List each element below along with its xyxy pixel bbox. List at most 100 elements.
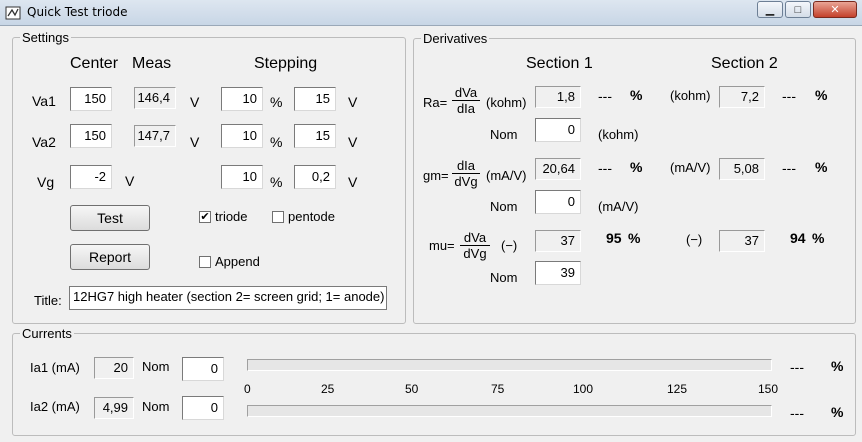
ra-nom-unit: (kohm) (598, 127, 639, 142)
ia1-value: 20 (94, 357, 134, 379)
ia1-nom-label: Nom (142, 359, 170, 374)
va2-step-unit: V (348, 134, 358, 150)
ia1-label: Ia1 (mA) (30, 360, 80, 375)
gm-section1-pct: --- (598, 160, 612, 176)
gm-fraction: dIa dVg (452, 158, 480, 189)
minimize-button[interactable]: ▁ (757, 1, 783, 18)
gm-section1-value: 20,64 (535, 158, 581, 180)
pentode-checkbox[interactable] (272, 211, 284, 223)
mu-nom-input[interactable]: 39 (535, 261, 581, 285)
ia2-value: 4,99 (94, 397, 134, 419)
mu-nom-label: Nom (490, 270, 518, 285)
title-bar[interactable]: Quick Test triode ▁ □ ✕ (0, 0, 862, 26)
vg-label: Vg (37, 174, 55, 190)
va2-unit: V (190, 134, 200, 150)
ra-numerator: dVa (452, 85, 480, 101)
gm-numerator: dIa (452, 158, 480, 174)
va1-label: Va1 (32, 93, 56, 109)
scale-tick-label: 75 (491, 382, 505, 396)
vg-step-val-input[interactable]: 0,2 (294, 165, 336, 189)
scale-tick-label: 50 (405, 382, 419, 396)
center-header: Center (70, 55, 119, 72)
scale-tick-label: 100 (573, 382, 594, 396)
vg-center-input[interactable]: -2 (70, 165, 112, 189)
vg-unit: V (125, 173, 135, 189)
mu-section1-value: 37 (535, 230, 581, 252)
gm-section2-value: 5,08 (719, 158, 765, 180)
window-title: Quick Test triode (27, 5, 128, 19)
gm-nom-unit: (mA/V) (598, 199, 639, 214)
report-button[interactable]: Report (70, 244, 150, 270)
mu-numerator: dVa (460, 230, 490, 246)
gm-section2-pct: --- (782, 160, 796, 176)
vg-step-unit: V (348, 174, 358, 190)
ia2-nom-input[interactable]: 0 (182, 396, 224, 420)
va2-center-input[interactable]: 150 (70, 124, 112, 148)
va2-step-pct-input[interactable]: 10 (221, 124, 263, 148)
scale-tick-label: 25 (321, 382, 335, 396)
mu-section1-pct-sign: % (628, 230, 641, 246)
scale-tick-label: 125 (667, 382, 688, 396)
settings-legend: Settings (20, 30, 71, 45)
scale-tick-label: 150 (758, 382, 779, 396)
derivatives-legend: Derivatives (421, 31, 490, 46)
gm-section1-pct-sign: % (630, 159, 643, 175)
ra-section1-pct: --- (598, 88, 612, 104)
va1-step-val-input[interactable]: 15 (294, 87, 336, 111)
ia1-progress-bar (247, 359, 772, 371)
va1-unit: V (190, 94, 200, 110)
ra-section2-unit: (kohm) (670, 88, 711, 103)
mu-unit: (−) (501, 238, 518, 253)
gm-nom-input[interactable]: 0 (535, 190, 581, 214)
ra-unit: (kohm) (486, 95, 527, 110)
section1-header: Section 1 (526, 55, 593, 72)
maximize-button[interactable]: □ (785, 1, 811, 18)
mu-section2-value: 37 (719, 230, 765, 252)
ra-section1-value: 1,8 (535, 86, 581, 108)
title-input[interactable]: 12HG7 high heater (section 2= screen gri… (69, 286, 387, 310)
va1-step-pct-input[interactable]: 10 (221, 87, 263, 111)
ia1-nom-input[interactable]: 0 (182, 357, 224, 381)
vg-step-pct-input[interactable]: 10 (221, 165, 263, 189)
ra-nom-label: Nom (490, 127, 518, 142)
close-button[interactable]: ✕ (813, 1, 857, 18)
ia2-label: Ia2 (mA) (30, 399, 80, 414)
section2-header: Section 2 (711, 55, 778, 72)
va2-meas-value: 147,7 (134, 125, 176, 147)
mu-section2-pct: 94 (790, 230, 806, 246)
test-button[interactable]: Test (70, 205, 150, 231)
scale-tick-label: 0 (244, 382, 251, 396)
triode-checkbox[interactable]: ✔ (199, 211, 211, 223)
app-icon (5, 6, 21, 20)
triode-label: triode (215, 209, 248, 224)
ra-nom-input[interactable]: 0 (535, 118, 581, 142)
gm-section2-pct-sign: % (815, 159, 828, 175)
gm-denominator: dVg (454, 174, 478, 189)
ra-section2-pct: --- (782, 88, 796, 104)
mu-denominator: dVg (463, 246, 487, 261)
mu-section2-pct-sign: % (812, 230, 825, 246)
ia2-pct: --- (790, 405, 804, 421)
ra-section2-value: 7,2 (719, 86, 765, 108)
gm-unit: (mA/V) (486, 168, 527, 183)
current-scale: 0 25 50 75 100 125 150 (244, 382, 778, 396)
title-label: Title: (34, 293, 62, 308)
va1-step-unit: V (348, 94, 358, 110)
va1-center-input[interactable]: 150 (70, 87, 112, 111)
ra-label: Ra= (423, 95, 448, 110)
mu-section2-unit: (−) (686, 232, 703, 247)
ia2-progress-bar (247, 405, 772, 417)
va2-step-val-input[interactable]: 15 (294, 124, 336, 148)
ra-fraction: dVa dIa (452, 85, 480, 116)
va1-pct-sign: % (270, 94, 283, 110)
vg-pct-sign: % (270, 174, 283, 190)
va2-label: Va2 (32, 134, 56, 150)
gm-nom-label: Nom (490, 199, 518, 214)
gm-section2-unit: (mA/V) (670, 160, 711, 175)
va1-meas-value: 146,4 (134, 87, 176, 109)
ra-denominator: dIa (456, 101, 476, 116)
append-checkbox[interactable] (199, 256, 211, 268)
mu-label: mu= (429, 238, 455, 253)
gm-label: gm= (423, 168, 449, 183)
ia1-pct-sign: % (831, 358, 844, 374)
